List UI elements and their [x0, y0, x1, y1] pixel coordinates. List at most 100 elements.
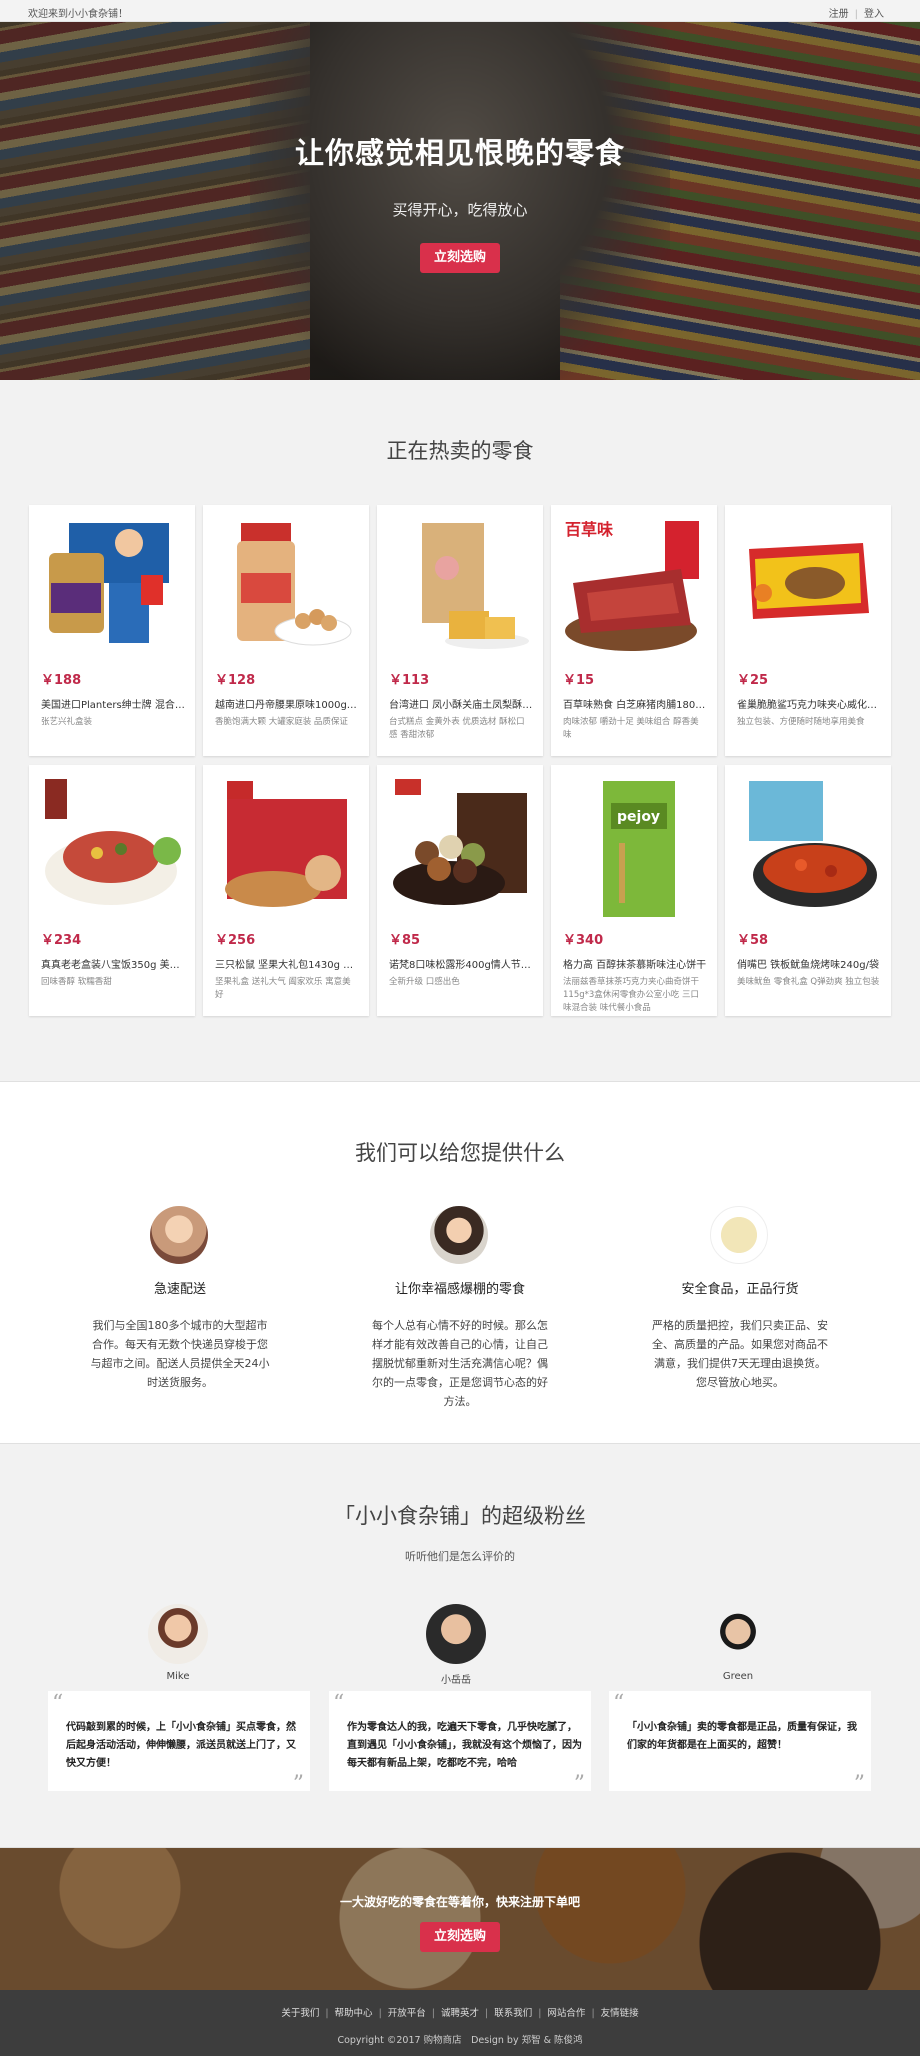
feature-text: 每个人总有心情不好的时候。那么怎样才能有效改善自己的心情，让自己摆脱忧郁重新对生… [372, 1319, 548, 1408]
product-name[interactable]: 诺梵8口味松露形400g情人节巧克力 [389, 956, 535, 971]
product-image-pork-jerky: 百草味 [561, 513, 707, 661]
product-price: ￥188 [41, 673, 82, 688]
section-title: 我们可以给您提供什么 [355, 1141, 565, 1165]
shop-now-button-bottom[interactable]: 立刻选购 [420, 1922, 500, 1952]
footer-link-help[interactable]: 帮助中心 [335, 2008, 373, 2019]
product-card[interactable]: ￥113 台湾进口 凤小酥关庙土凤梨酥礼盒 台式糕点 金黄外表 优质选材 酥松口… [377, 505, 543, 756]
product-tags: 台式糕点 金黄外表 优质选材 酥松口感 香甜浓郁 [389, 717, 525, 740]
product-name[interactable]: 真真老老盒装八宝饭350g 美味糯米 [41, 956, 187, 971]
product-card[interactable]: ￥256 三只松鼠 坚果大礼包1430g 零食礼盒 坚果礼盒 送礼大气 阖家欢乐… [203, 765, 369, 1016]
footer-links: 关于我们 | 帮助中心 | 开放平台 | 诚聘英才 | 联系我们 | 网站合作 | 友情链接 [0, 2005, 920, 2019]
signup-message: 一大波好吃的零食在等着你，快来注册下单吧 [339, 1895, 580, 1909]
hero-banner: 让你感觉相见恨晚的零食 买得开心，吃得放心 立刻选购 [0, 22, 920, 380]
close-quote-icon: ” [573, 1772, 585, 1797]
product-name[interactable]: 雀巢脆脆鲨巧克力味夹心威化饼干 [737, 696, 883, 711]
copyright: Copyright ©2017 购物商店 Design by 郑智 & 陈俊鸿 [337, 2035, 583, 2046]
product-name[interactable]: 格力高 百醇抹茶慕斯味注心饼干 [563, 956, 709, 971]
product-card[interactable]: 百草味 ￥15 百草味熟食 白芝麻猪肉脯180g袋装 肉味浓郁 嚼劲十足 美味组… [551, 505, 717, 756]
close-quote-icon: ” [292, 1772, 304, 1797]
product-card[interactable]: ￥128 越南进口丹帝腰果原味1000g罐装 香脆饱满大颗 大罐家庭装 品质保证 [203, 505, 369, 756]
product-image-truffle-chocolate [387, 773, 533, 921]
product-tags: 全新升级 口感出色 [389, 977, 460, 987]
feature-safe-food: 安全食品，正品行货 严格的质量把控，我们只卖正品、安全、高质量的产品。如果您对商… [630, 1206, 850, 1406]
testimonial-quote: “ 代码敲到累的时候，上「小小食杂铺」买点零食，然后起身活动活动，伸伸懒腰，派送… [48, 1691, 310, 1797]
footer-link-about[interactable]: 关于我们 [281, 2008, 319, 2019]
product-price: ￥256 [215, 933, 256, 948]
delivery-photo-icon [150, 1206, 208, 1264]
feature-happy-snacks: 让你幸福感爆棚的零食 每个人总有心情不好的时候。那么怎样才能有效改善自己的心情，… [350, 1206, 570, 1408]
section-title: 「小小食杂铺」的超级粉丝 [334, 1504, 586, 1528]
product-card[interactable]: ￥85 诺梵8口味松露形400g情人节巧克力 全新升级 口感出色 [377, 765, 543, 1016]
quote-text: 作为零食达人的我，吃遍天下零食，几乎快吃腻了，直到遇见「小小食杂铺」，我就没有这… [347, 1722, 582, 1769]
quote-text: 代码敲到累的时候，上「小小食杂铺」买点零食，然后起身活动活动，伸伸懒腰，派送员就… [66, 1722, 296, 1769]
product-price: ￥340 [563, 933, 604, 948]
product-price: ￥25 [737, 673, 769, 688]
svg-text:百草味: 百草味 [565, 520, 613, 539]
testimonials-section: 「小小食杂铺」的超级粉丝 听听他们是怎么评价的 Mike 小岳岳 Green “… [0, 1443, 920, 1848]
login-link[interactable]: 登入 [864, 9, 884, 20]
auth-links: 注册 | 登入 [829, 5, 884, 20]
quote-text: 「小小食杂铺」卖的零食都是正品，质量有保证，我们家的年货都是在上面买的，超赞！ [627, 1722, 857, 1751]
feature-title: 让你幸福感爆棚的零食 [394, 1282, 525, 1297]
footer-link-careers[interactable]: 诚聘英才 [441, 2008, 479, 2019]
close-quote-icon: ” [853, 1772, 865, 1797]
product-name[interactable]: 百草味熟食 白芝麻猪肉脯180g袋装 [563, 696, 709, 711]
fan-name: Mike [166, 1671, 190, 1682]
product-name[interactable]: 三只松鼠 坚果大礼包1430g 零食礼盒 [215, 956, 361, 971]
shop-now-button[interactable]: 立刻选购 [420, 243, 500, 273]
avatar [148, 1604, 208, 1664]
divider: | [591, 2008, 595, 2019]
fan-name: Green [722, 1671, 754, 1682]
product-tags: 香脆饱满大颗 大罐家庭装 品质保证 [215, 717, 348, 727]
testimonial-quote: “ 作为零食达人的我，吃遍天下零食，几乎快吃腻了，直到遇见「小小食杂铺」，我就没… [329, 1691, 591, 1797]
product-card[interactable]: pejoy ￥340 格力高 百醇抹茶慕斯味注心饼干 法丽兹香草抹茶巧克力夹心曲… [551, 765, 717, 1016]
avatar [708, 1604, 768, 1664]
hero-subtitle: 买得开心，吃得放心 [392, 201, 528, 219]
divider: | [378, 2008, 382, 2019]
product-card[interactable]: ￥58 俏嘴巴 铁板鱿鱼烧烤味240g/袋 美味鱿鱼 零食礼盒 Q弹劲爽 独立包… [725, 765, 891, 1016]
feature-title: 急速配送 [153, 1282, 206, 1297]
footer-link-cooperation[interactable]: 网站合作 [547, 2008, 585, 2019]
divider: | [485, 2008, 489, 2019]
svg-text:pejoy: pejoy [617, 809, 660, 825]
feature-text: 严格的质量把控，我们只卖正品、安全、高质量的产品。如果您对商品不满意，我们提供7… [652, 1319, 828, 1389]
product-name[interactable]: 俏嘴巴 铁板鱿鱼烧烤味240g/袋 [737, 956, 883, 971]
product-card[interactable]: ￥234 真真老老盒装八宝饭350g 美味糯米 回味香醇 软糯香甜 [29, 765, 195, 1016]
product-price: ￥15 [563, 673, 595, 688]
product-image-wafer-box [735, 513, 881, 661]
fan-name: 小岳岳 [441, 1675, 471, 1686]
divider: | [325, 2008, 329, 2019]
product-name[interactable]: 越南进口丹帝腰果原味1000g罐装 [215, 696, 361, 711]
happy-person-icon [430, 1206, 488, 1264]
open-quote-icon: “ [52, 1691, 64, 1716]
avatar [426, 1604, 486, 1664]
signup-banner: 一大波好吃的零食在等着你，快来注册下单吧 立刻选购 [0, 1848, 920, 1990]
hero-title: 让你感觉相见恨晚的零食 [294, 136, 625, 170]
product-price: ￥128 [215, 673, 256, 688]
footer-link-friends[interactable]: 友情链接 [601, 2008, 639, 2019]
divider: | [431, 2008, 435, 2019]
section-title: 正在热卖的零食 [386, 439, 534, 463]
register-link[interactable]: 注册 [829, 9, 849, 20]
hot-products-section: 正在热卖的零食 ￥188 美国进口Planters绅士牌 混合坚果 张艺兴礼盒装… [0, 380, 920, 1082]
product-price: ￥58 [737, 933, 769, 948]
product-image-squid-bag [735, 773, 881, 921]
welcome-text: 欢迎来到小小食杂铺！ [28, 9, 128, 20]
product-image-pineapple-cake [387, 513, 533, 661]
product-tags: 美味鱿鱼 零食礼盒 Q弹劲爽 独立包装 [737, 977, 880, 987]
open-quote-icon: “ [613, 1691, 625, 1716]
feature-text: 我们与全国180多个城市的大型超市合作。每天有无数个快递员穿梭于您与超市之间。配… [90, 1319, 270, 1389]
testimonial-quote: “ 「小小食杂铺」卖的零食都是正品，质量有保证，我们家的年货都是在上面买的，超赞… [609, 1691, 871, 1797]
footer-link-contact[interactable]: 联系我们 [494, 2008, 532, 2019]
product-tags: 法丽兹香草抹茶巧克力夹心曲奇饼干115g*3盒休闲零食办公室小吃 三口味混合装 … [563, 977, 700, 1013]
product-price: ￥234 [41, 933, 82, 948]
product-card[interactable]: ￥25 雀巢脆脆鲨巧克力味夹心威化饼干 独立包装、方便随时随地享用美食 [725, 505, 891, 756]
product-name[interactable]: 台湾进口 凤小酥关庙土凤梨酥礼盒 [389, 696, 535, 711]
footer-link-open-platform[interactable]: 开放平台 [388, 2008, 426, 2019]
product-card[interactable]: ￥188 美国进口Planters绅士牌 混合坚果 张艺兴礼盒装 [29, 505, 195, 756]
product-name[interactable]: 美国进口Planters绅士牌 混合坚果 [41, 696, 187, 711]
open-quote-icon: “ [333, 1691, 345, 1716]
section-subtitle: 听听他们是怎么评价的 [405, 1550, 515, 1563]
product-tags: 独立包装、方便随时随地享用美食 [737, 717, 865, 727]
product-image-cashew-jar [213, 513, 359, 661]
